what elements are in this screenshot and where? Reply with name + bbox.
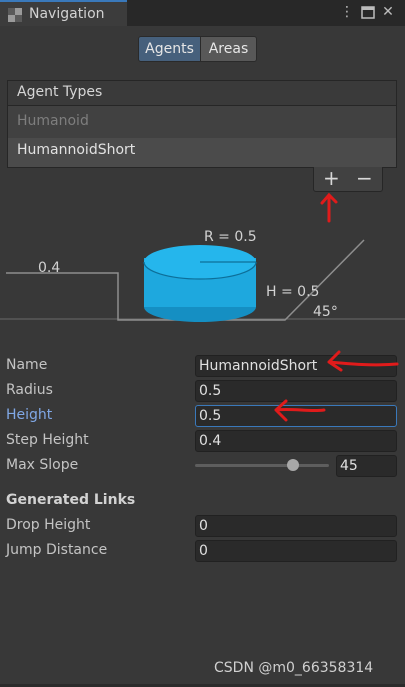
tab-navigation[interactable]: Navigation (0, 0, 127, 26)
list-item-selected[interactable]: HumannoidShort (8, 138, 396, 167)
tab-agents[interactable]: Agents (138, 36, 201, 62)
annotation-arrow-left (327, 350, 399, 372)
list-footer: + − (313, 166, 383, 192)
remove-button[interactable]: − (356, 166, 373, 190)
add-button[interactable]: + (323, 166, 340, 190)
tab-title: Navigation (29, 6, 105, 22)
max-slope-slider-thumb[interactable] (286, 459, 299, 471)
list-item[interactable]: Humanoid (8, 109, 396, 137)
step-height-label-field: Step Height (6, 432, 89, 448)
watermark: CSDN @m0_66358314 (214, 660, 374, 676)
radius-diagram-label: R = 0.5 (204, 229, 257, 245)
close-icon[interactable]: ✕ (380, 4, 396, 20)
kebab-icon[interactable]: ⋮ (339, 4, 355, 20)
drop-height-field[interactable]: 0 (195, 515, 397, 537)
height-diagram-label: H = 0.5 (266, 284, 320, 300)
jump-distance-label: Jump Distance (6, 542, 108, 558)
annotation-arrow-left (274, 399, 326, 422)
step-height-label: 0.4 (38, 260, 61, 276)
tab-areas[interactable]: Areas (201, 36, 257, 62)
height-label: Height (6, 407, 53, 423)
slope-diagram-label: 45° (313, 304, 338, 320)
agent-diagram (0, 239, 405, 322)
name-label: Name (6, 357, 48, 373)
max-slope-field[interactable]: 45 (336, 455, 397, 477)
step-height-field[interactable]: 0.4 (195, 430, 397, 452)
navigation-icon (8, 8, 22, 22)
max-slope-label: Max Slope (6, 457, 79, 473)
jump-distance-field[interactable]: 0 (195, 540, 397, 562)
generated-links-title: Generated Links (6, 492, 136, 508)
drop-height-label: Drop Height (6, 517, 91, 533)
list-header: Agent Types (8, 81, 396, 106)
max-slope-slider[interactable] (195, 464, 329, 467)
list-header-label: Agent Types (17, 84, 103, 100)
list-item-label: HumannoidShort (17, 142, 136, 158)
maximize-icon[interactable] (361, 6, 375, 19)
agent-types-list: Agent Types Humanoid HumannoidShort (7, 80, 397, 168)
list-item-label: Humanoid (17, 113, 89, 129)
radius-label: Radius (6, 382, 53, 398)
